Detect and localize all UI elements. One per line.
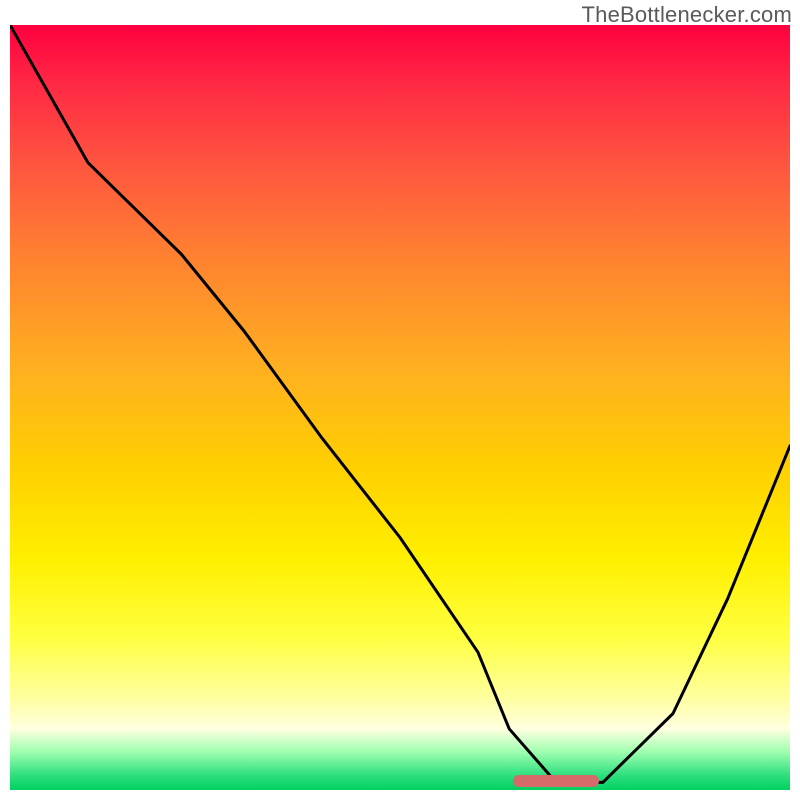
optimal-range-marker — [513, 775, 599, 787]
curve-path — [10, 25, 790, 782]
plot-area — [10, 25, 790, 790]
bottleneck-curve — [10, 25, 790, 790]
watermark-text: TheBottlenecker.com — [582, 2, 792, 28]
chart-canvas: TheBottlenecker.com — [0, 0, 800, 800]
